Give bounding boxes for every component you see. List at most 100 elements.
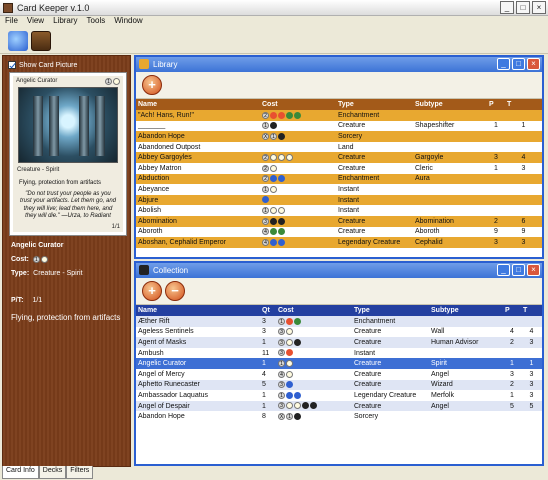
menu-window[interactable]: Window [114,16,142,28]
library-cell-subtype [413,110,487,121]
mana-symbol-u-icon [294,391,301,399]
collection-cell-name: Angel of Mercy [136,368,260,380]
menu-bar: File View Library Tools Window [0,16,548,28]
collection-header-name[interactable]: Name [136,305,260,316]
collection-header-cost[interactable]: Cost [276,305,352,316]
mana-symbol-generic-icon: 2 [262,111,269,119]
library-row[interactable]: Abjure Instant [136,194,542,206]
show-card-checkbox[interactable] [8,61,16,69]
menu-file[interactable]: File [5,16,18,28]
library-row[interactable]: Aboshan, Cephalid Emperor 4 Legendary Crea… [136,237,542,248]
library-row[interactable]: Abduction 2 Enchantment Aura [136,173,542,185]
collection-row[interactable]: Ageless Sentinels 3 3 Creature Wall 4 4 [136,326,542,338]
library-cell-p: 1 [487,120,505,132]
remove-card-icon[interactable]: − [165,281,185,301]
minimize-button[interactable]: _ [500,1,514,14]
collection-cell-subtype: Angel [429,400,503,412]
library-header-cost[interactable]: Cost [260,99,336,110]
tab-decks[interactable]: Decks [38,466,67,479]
library-cell-p [487,194,505,206]
menu-library[interactable]: Library [53,16,77,28]
collection-header-p[interactable]: P [503,305,521,316]
library-row[interactable]: Abbey Matron 2 Creature Cleric 1 3 [136,162,542,174]
collection-cell-qt: 4 [260,368,276,380]
collection-row[interactable]: Ambush 11 3 Instant [136,347,542,359]
library-cell-name: Abbey Gargoyles [136,152,260,163]
library-header-p[interactable]: P [487,99,505,110]
library-cell-cost: 1 [260,120,336,132]
collection-minimize-button[interactable]: _ [497,264,510,276]
collection-header-type[interactable]: Type [352,305,429,316]
collection-row[interactable]: Angelic Curator 1 1 Creature Spirit 1 1 [136,358,542,369]
collection-row[interactable]: Agent of Masks 1 3 Creature Human Advisor 2 3 [136,337,542,348]
library-header-t[interactable]: T [505,99,542,110]
mana-symbol-w-icon [294,402,301,410]
library-row[interactable]: "Ach! Hans, Run!" 2 Enchantment [136,110,542,121]
mana-symbol-u-icon [270,175,277,183]
collection-row[interactable]: Angel of Despair 1 3 Creature Angel 5 5 [136,400,542,412]
show-card-picture-option[interactable]: Show Card Picture [8,61,77,69]
search-icon[interactable] [8,31,28,51]
tab-card-info[interactable]: Card Info [2,466,39,479]
collection-header-qt[interactable]: Qt [260,305,276,316]
mana-cost: 3 [278,328,293,336]
library-cell-p [487,110,505,121]
library-cell-subtype: Aura [413,173,487,185]
library-row[interactable]: Abomination 3 Creature Abomination 2 6 [136,215,542,227]
maximize-button[interactable]: □ [516,1,530,14]
collection-row[interactable]: Ambassador Laquatus 1 1 Legendary Creature M… [136,390,542,401]
library-row[interactable]: Abbey Gargoyles 2 Creature Gargoyle 3 4 [136,152,542,163]
collection-row[interactable]: Aphetto Runecaster 5 3 Creature Wizard 2 3 [136,379,542,391]
library-row[interactable]: Abandon Hope X 1 Sorcery [136,131,542,142]
library-cell-type: Enchantment [336,173,413,185]
mana-symbol-generic-icon: 1 [278,360,285,367]
collection-cell-cost: 1 [276,358,352,369]
library-close-button[interactable]: × [527,58,540,70]
collection-row[interactable]: Æther Rift 3 1 Enchantment [136,316,542,327]
collection-header-t[interactable]: T [521,305,542,316]
library-row[interactable]: Abandoned Outpost Land [136,141,542,153]
library-minimize-button[interactable]: _ [497,58,510,70]
library-header-subtype[interactable]: Subtype [413,99,487,110]
card-name: Angelic Curator [11,242,64,249]
library-cell-t: 1 [505,120,542,132]
collection-cell-subtype [429,316,503,327]
add-card-icon[interactable]: + [142,281,162,301]
chest-icon[interactable] [31,31,51,51]
library-cell-subtype [413,141,487,153]
collection-cell-name: Abandon Hope [136,411,260,422]
library-cell-name: Abduction [136,173,260,185]
mana-symbol-generic-icon: 2 [262,164,269,172]
library-maximize-button[interactable]: □ [512,58,525,70]
library-row[interactable]: Abeyance 1 Instant [136,184,542,195]
library-row[interactable]: Aboroth 4 Creature Aboroth 9 9 [136,226,542,238]
collection-row[interactable]: Angel of Mercy 4 4 Creature Angel 3 3 [136,368,542,380]
collection-cell-p: 2 [503,337,521,348]
collection-maximize-button[interactable]: □ [512,264,525,276]
library-cell-cost [260,141,336,153]
library-cell-subtype: Aboroth [413,226,487,238]
collection-cell-subtype: Merfolk [429,390,503,401]
mana-symbol-g-icon [294,317,301,325]
card-picture-pt: 1/1 [111,224,120,230]
card-pt-row: P/T: 1/1 [11,297,42,304]
mana-symbol-u-icon [262,196,269,204]
library-titlebar: Library _ □ × [136,57,542,72]
collection-close-button[interactable]: × [527,264,540,276]
menu-view[interactable]: View [27,16,44,28]
collection-header-subtype[interactable]: Subtype [429,305,503,316]
library-row[interactable]: Abolish 1 Instant [136,205,542,216]
close-button[interactable]: × [532,1,546,14]
add-to-collection-icon[interactable]: + [142,75,162,95]
collection-cell-type: Legendary Creature [352,390,429,401]
library-cell-name: _______ [136,120,260,132]
card-cost-row: Cost: 1 [11,256,48,263]
library-header-name[interactable]: Name [136,99,260,110]
menu-tools[interactable]: Tools [87,16,106,28]
library-row[interactable]: _______ 1 Creature Shapeshifter 1 1 [136,120,542,132]
collection-row[interactable]: Abandon Hope 8 X 1 Sorcery [136,411,542,422]
library-header-type[interactable]: Type [336,99,413,110]
mana-symbol-b-icon [278,132,285,140]
collection-cell-t: 3 [521,337,542,348]
tab-filters[interactable]: Filters [66,466,94,479]
